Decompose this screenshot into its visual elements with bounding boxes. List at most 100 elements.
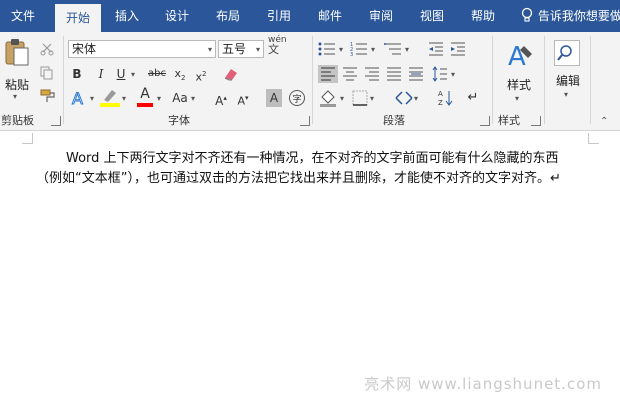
tab-layout[interactable]: 布局	[205, 0, 251, 32]
font-color-dropdown-icon[interactable]: ▾	[157, 94, 161, 103]
font-color-swatch	[137, 103, 153, 107]
enclose-characters-icon[interactable]: 字	[288, 89, 306, 107]
styles-icon: A	[508, 42, 532, 70]
divider	[544, 36, 545, 124]
tab-design[interactable]: 设计	[154, 0, 200, 32]
increase-indent-icon[interactable]	[450, 42, 466, 56]
styles-dropdown-icon[interactable]: ▾	[515, 94, 519, 103]
tab-home[interactable]: 开始	[55, 4, 101, 32]
editing-button[interactable]: 编辑 ▾	[550, 38, 586, 110]
shrink-font-button[interactable]: A▾	[236, 89, 250, 108]
font-color-icon: A	[140, 86, 150, 102]
chevron-down-icon[interactable]: ▾	[256, 42, 260, 57]
svg-text:3: 3	[350, 52, 353, 56]
tab-references[interactable]: 引用	[256, 0, 302, 32]
underline-dropdown-icon[interactable]: ▾	[131, 70, 135, 79]
collapse-ribbon-icon[interactable]: ⌃	[600, 116, 608, 127]
paragraph-launcher-icon[interactable]	[480, 116, 490, 126]
change-case-dropdown-icon[interactable]: ▾	[191, 94, 195, 103]
shading-icon[interactable]	[318, 89, 338, 107]
tell-me-search[interactable]: 告诉我你想要做	[520, 0, 620, 32]
borders-dropdown-icon[interactable]: ▾	[370, 94, 374, 103]
highlighter-icon	[104, 90, 116, 102]
svg-text:A: A	[72, 89, 83, 107]
multilevel-dropdown-icon[interactable]: ▾	[405, 45, 409, 54]
numbering-icon[interactable]: 123	[350, 42, 368, 56]
italic-button[interactable]: I	[94, 65, 108, 83]
tell-me-text: 告诉我你想要做	[537, 9, 620, 23]
chevron-down-icon[interactable]: ▾	[208, 42, 212, 57]
line-spacing-icon[interactable]	[432, 66, 448, 82]
underline-button[interactable]: U	[114, 65, 128, 83]
font-size-value: 五号	[222, 42, 247, 56]
chinese-layout-dropdown-icon[interactable]: ▾	[414, 94, 418, 103]
text-effects-dropdown-icon[interactable]: ▾	[90, 94, 94, 103]
lightbulb-icon	[521, 7, 533, 22]
page-corner-mark	[22, 133, 33, 144]
multilevel-list-icon[interactable]	[384, 42, 402, 56]
sort-icon[interactable]: AZ	[438, 89, 454, 107]
tab-help[interactable]: 帮助	[460, 0, 506, 32]
document-paragraph[interactable]: Word 上下两行文字对不齐还有一种情况，在不对齐的文字前面可能有什么隐藏的东西…	[36, 149, 584, 189]
document-page[interactable]: Word 上下两行文字对不齐还有一种情况，在不对齐的文字前面可能有什么隐藏的东西…	[0, 131, 620, 400]
line-spacing-dropdown-icon[interactable]: ▾	[451, 70, 455, 79]
svg-text:字: 字	[293, 93, 302, 105]
copy-icon[interactable]	[40, 66, 54, 80]
editing-label: 编辑	[555, 74, 580, 88]
phonetic-guide-button[interactable]: wén 文	[268, 35, 287, 55]
chinese-layout-icon[interactable]	[394, 90, 414, 106]
font-group-label: 字体	[168, 114, 190, 127]
tab-file[interactable]: 文件	[0, 0, 46, 32]
svg-text:A: A	[508, 42, 526, 70]
tab-view[interactable]: 视图	[409, 0, 455, 32]
decrease-indent-icon[interactable]	[428, 42, 444, 56]
subscript-button[interactable]: x2	[172, 65, 188, 83]
phonetic-guide-icon: 文	[268, 43, 279, 56]
character-shading-button[interactable]: A	[266, 89, 282, 107]
cut-icon[interactable]	[40, 42, 54, 56]
tab-insert[interactable]: 插入	[104, 0, 150, 32]
styles-launcher-icon[interactable]	[531, 116, 541, 126]
bold-button[interactable]: B	[70, 65, 84, 83]
divider	[590, 36, 591, 124]
paste-button[interactable]: 粘贴 ▾	[2, 36, 32, 101]
editing-dropdown-icon[interactable]: ▾	[564, 90, 568, 99]
clipboard-launcher-icon[interactable]	[51, 116, 61, 126]
styles-gallery-button[interactable]: A 样式 ▾	[498, 38, 540, 110]
clear-formatting-icon[interactable]	[222, 66, 240, 82]
svg-text:A: A	[438, 90, 443, 98]
tab-mailings[interactable]: 邮件	[307, 0, 353, 32]
bullets-icon[interactable]	[318, 42, 336, 56]
paste-label: 粘贴	[4, 78, 29, 92]
change-case-button[interactable]: Aa	[170, 89, 190, 107]
grow-font-button[interactable]: A▴	[214, 89, 228, 108]
font-color-button[interactable]: A	[136, 87, 154, 107]
divider	[63, 36, 64, 124]
highlight-color-button[interactable]	[100, 88, 122, 108]
numbering-dropdown-icon[interactable]: ▾	[371, 45, 375, 54]
search-icon	[557, 45, 572, 61]
font-size-combo[interactable]: 五号 ▾	[218, 40, 264, 58]
paste-dropdown-icon[interactable]: ▾	[13, 92, 17, 101]
text-effects-icon[interactable]: A	[70, 89, 88, 107]
strikethrough-button[interactable]: abc	[146, 65, 168, 83]
superscript-button[interactable]: x2	[193, 65, 209, 84]
highlight-dropdown-icon[interactable]: ▾	[122, 94, 126, 103]
show-marks-button[interactable]: ↵	[466, 89, 480, 107]
justify-icon[interactable]	[386, 67, 402, 81]
shading-dropdown-icon[interactable]: ▾	[340, 94, 344, 103]
font-name-combo[interactable]: 宋体 ▾	[68, 40, 216, 58]
ribbon-home: 粘贴 ▾ 剪贴板 宋体 ▾ 五号 ▾ wén 文 B I U ▾ abc x2 …	[0, 32, 620, 131]
tab-review[interactable]: 审阅	[358, 0, 404, 32]
borders-icon[interactable]	[352, 90, 368, 106]
clipboard-group-label: 剪贴板	[1, 114, 34, 127]
format-painter-icon[interactable]	[40, 89, 56, 103]
bullets-dropdown-icon[interactable]: ▾	[339, 45, 343, 54]
distributed-icon[interactable]	[408, 67, 424, 81]
styles-label: 样式	[506, 78, 531, 92]
font-launcher-icon[interactable]	[300, 116, 310, 126]
align-center-icon[interactable]	[342, 67, 358, 81]
svg-text:Z: Z	[438, 99, 443, 107]
align-right-icon[interactable]	[364, 67, 380, 81]
align-left-icon[interactable]	[318, 65, 338, 83]
